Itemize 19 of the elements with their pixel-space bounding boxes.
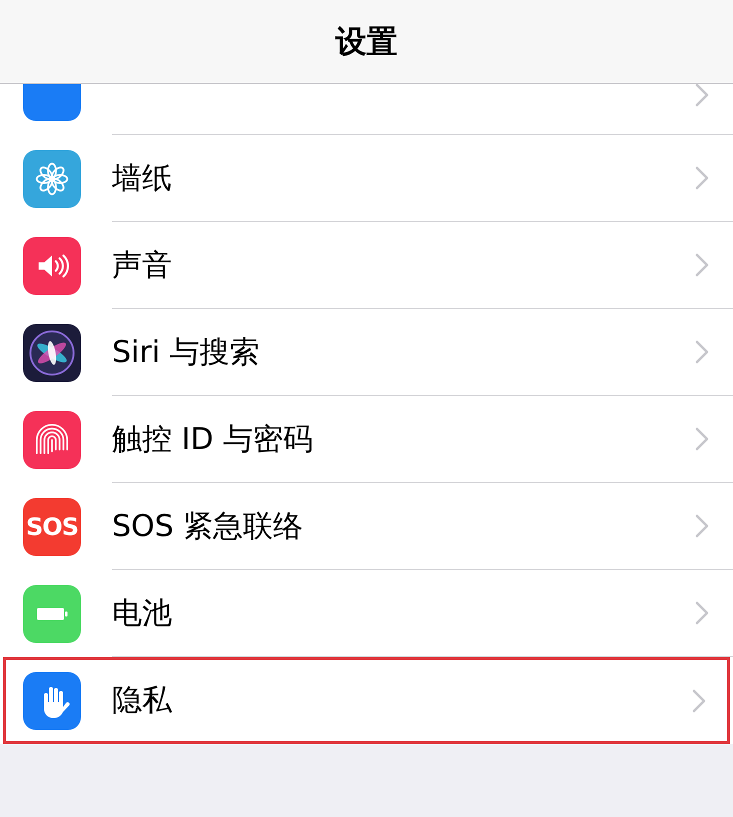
icon-text: SOS [26,512,78,540]
row-label: 隐私 [112,682,173,720]
chevron-icon [695,340,709,364]
chevron-icon [695,253,709,277]
nav-title: 设置 [336,22,398,62]
chevron-icon [695,427,709,451]
row-label: SOS 紧急联络 [112,508,304,546]
chevron-icon [695,514,709,538]
chevron-icon [692,688,706,712]
row-label: 墙纸 [112,160,173,198]
settings-row[interactable]: 隐私 [3,657,730,744]
row-label: 触控 ID 与密码 [112,420,314,458]
battery-icon [36,608,68,620]
row-label: 电池 [112,594,173,632]
row-label: 声音 [112,246,173,284]
chevron-icon [695,166,709,190]
row-label: Siri 与搜索 [112,334,261,372]
chevron-icon [695,601,709,625]
flower-icon [34,160,70,196]
